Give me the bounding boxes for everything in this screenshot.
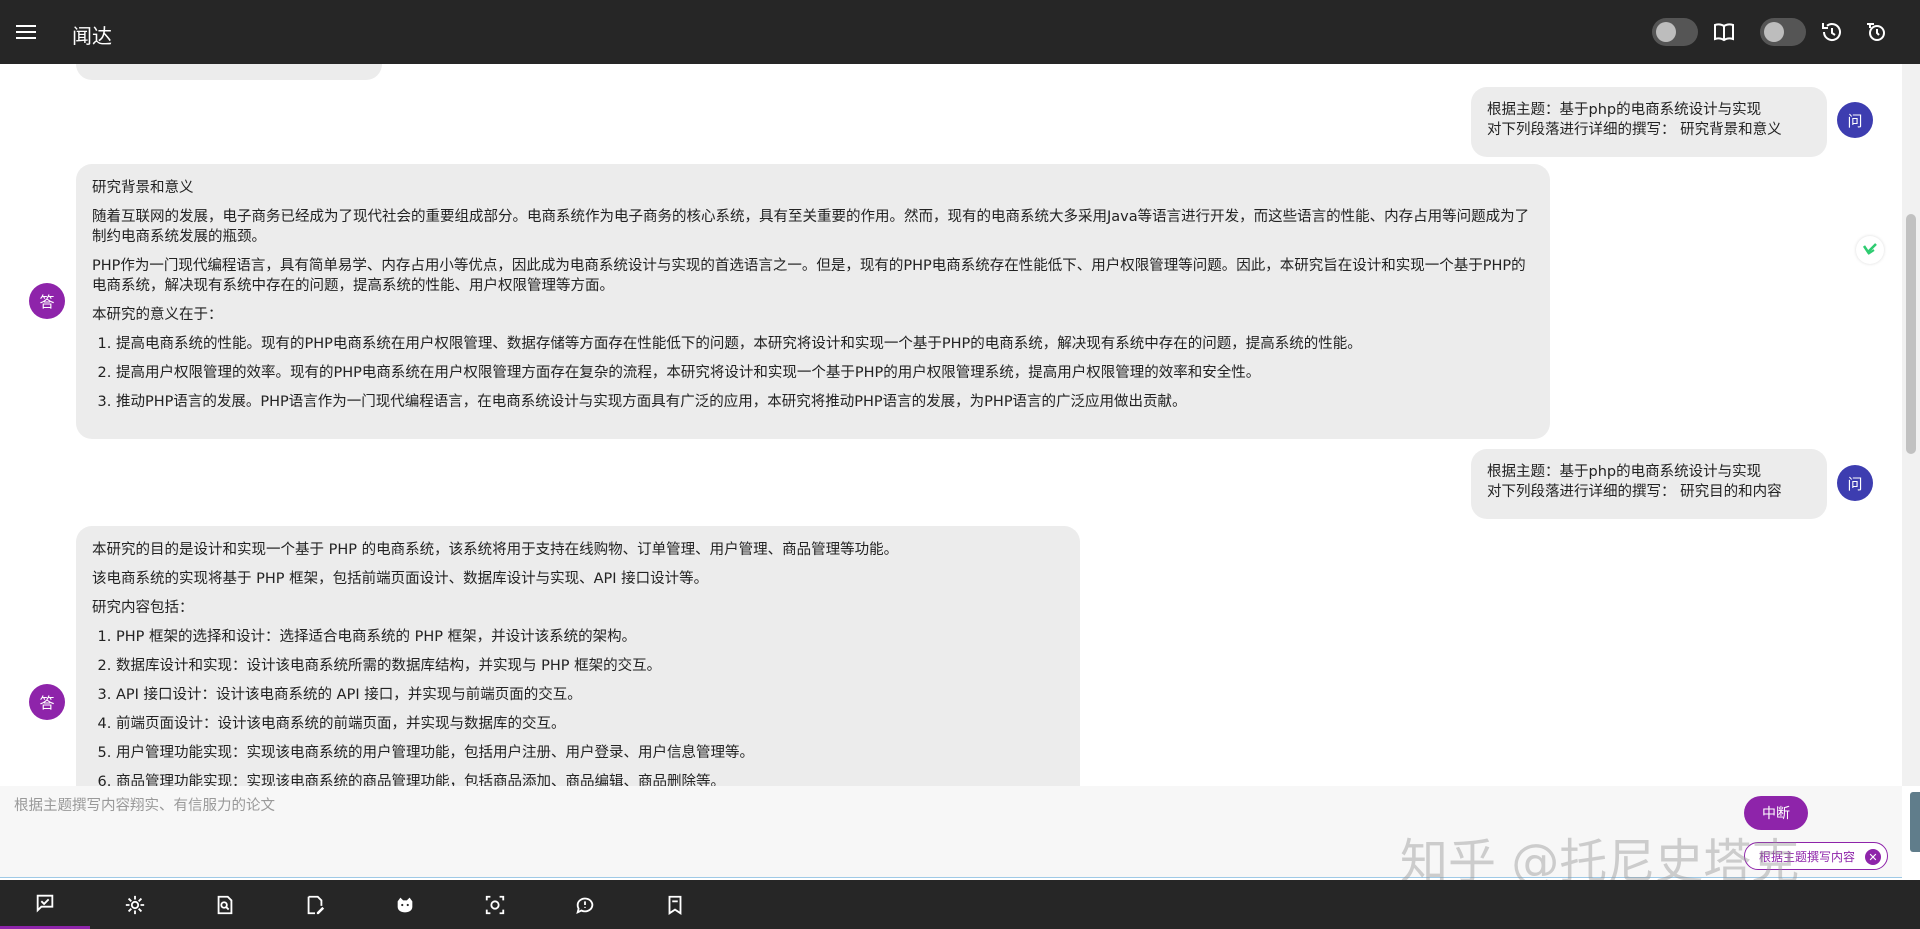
copy-check-icon[interactable] xyxy=(1856,236,1884,264)
answer-title: 研究背景和意义 xyxy=(92,180,194,196)
answer-paragraph: 研究内容包括： xyxy=(92,600,194,616)
list-item: PHP 框架的选择和设计：选择适合电商系统的 PHP 框架，并设计该系统的架构。 xyxy=(116,627,1064,647)
camera-scan-icon[interactable] xyxy=(450,880,540,929)
question-bubble: 根据主题：基于php的电商系统设计与实现 对下列段落进行详细的撰写： 研究目的和… xyxy=(1471,449,1827,519)
toggle-switch-1[interactable] xyxy=(1652,18,1698,46)
stop-button[interactable]: 中断 xyxy=(1744,796,1808,830)
answer-paragraph: 该电商系统的实现将基于 PHP 框架，包括前端页面设计、数据库设计与实现、API… xyxy=(92,571,709,587)
bookmark-icon[interactable] xyxy=(630,880,720,929)
side-drawer-tab[interactable] xyxy=(1910,792,1920,852)
answer-paragraph: PHP作为一门现代编程语言，具有简单易学、内存占用小等优点，因此成为电商系统设计… xyxy=(92,258,1526,294)
question-line: 对下列段落进行详细的撰写： 研究背景和意义 xyxy=(1487,122,1782,138)
question-avatar: 问 xyxy=(1837,465,1873,501)
prompt-input[interactable] xyxy=(14,794,1714,864)
toggle-switch-2[interactable] xyxy=(1760,18,1806,46)
list-item: 数据库设计和实现：设计该电商系统所需的数据库结构，并实现与 PHP 框架的交互。 xyxy=(116,656,1064,676)
answer-bubble: 研究背景和意义 随着互联网的发展，电子商务已经成为了现代社会的重要组成部分。电商… xyxy=(76,164,1550,439)
search-doc-icon[interactable] xyxy=(180,880,270,929)
list-item: 提高电商系统的性能。现有的PHP电商系统在用户权限管理、数据存储等方面存在性能低… xyxy=(116,334,1534,354)
cat-icon[interactable] xyxy=(360,880,450,929)
answer-bubble: 本研究的目的是设计和实现一个基于 PHP 的电商系统，该系统将用于支持在线购物、… xyxy=(76,526,1080,786)
list-item: 推动PHP语言的发展。PHP语言作为一门现代编程语言，在电商系统设计与实现方面具… xyxy=(116,392,1534,412)
answer-avatar: 答 xyxy=(29,684,65,720)
menu-icon[interactable] xyxy=(16,18,40,46)
input-area: 中断 根据主题撰写内容 ✕ xyxy=(0,786,1902,878)
timer-delete-icon[interactable] xyxy=(1862,18,1890,46)
close-icon[interactable]: ✕ xyxy=(1865,849,1881,865)
list-item: 提高用户权限管理的效率。现有的PHP电商系统在用户权限管理方面存在复杂的流程，本… xyxy=(116,363,1534,383)
chat-icon[interactable] xyxy=(0,880,90,929)
list-item: API 接口设计：设计该电商系统的 API 接口，并实现与前端页面的交互。 xyxy=(116,685,1064,705)
edit-doc-icon[interactable] xyxy=(270,880,360,929)
feedback-icon[interactable] xyxy=(540,880,630,929)
answer-list: PHP 框架的选择和设计：选择适合电商系统的 PHP 框架，并设计该系统的架构。… xyxy=(92,627,1064,786)
question-line: 根据主题：基于php的电商系统设计与实现 xyxy=(1487,102,1762,118)
book-icon[interactable] xyxy=(1710,18,1738,46)
chat-scrollbar[interactable] xyxy=(1902,64,1920,786)
previous-answer-bubble xyxy=(76,64,382,80)
app-header: 闻达 xyxy=(0,0,1920,64)
answer-paragraph: 本研究的目的是设计和实现一个基于 PHP 的电商系统，该系统将用于支持在线购物、… xyxy=(92,542,899,558)
question-avatar: 问 xyxy=(1837,102,1873,138)
answer-avatar: 答 xyxy=(29,283,65,319)
scroll-thumb[interactable] xyxy=(1906,214,1916,454)
answer-list: 提高电商系统的性能。现有的PHP电商系统在用户权限管理、数据存储等方面存在性能低… xyxy=(92,334,1534,412)
list-item: 用户管理功能实现：实现该电商系统的用户管理功能，包括用户注册、用户登录、用户信息… xyxy=(116,743,1064,763)
bottom-nav xyxy=(0,880,1920,929)
settings-icon[interactable] xyxy=(90,880,180,929)
history-icon[interactable] xyxy=(1818,18,1846,46)
prompt-chip[interactable]: 根据主题撰写内容 ✕ xyxy=(1744,842,1888,870)
app-title: 闻达 xyxy=(72,24,112,48)
chip-label: 根据主题撰写内容 xyxy=(1759,849,1856,864)
chat-area: 根据主题：基于php的电商系统设计与实现 对下列段落进行详细的撰写： 研究背景和… xyxy=(0,64,1902,786)
question-bubble: 根据主题：基于php的电商系统设计与实现 对下列段落进行详细的撰写： 研究背景和… xyxy=(1471,87,1827,157)
list-item: 前端页面设计：设计该电商系统的前端页面，并实现与数据库的交互。 xyxy=(116,714,1064,734)
question-line: 根据主题：基于php的电商系统设计与实现 xyxy=(1487,464,1762,480)
question-line: 对下列段落进行详细的撰写： 研究目的和内容 xyxy=(1487,484,1782,500)
list-item: 商品管理功能实现：实现该电商系统的商品管理功能，包括商品添加、商品编辑、商品删除… xyxy=(116,772,1064,786)
answer-paragraph: 本研究的意义在于： xyxy=(92,307,223,323)
answer-paragraph: 随着互联网的发展，电子商务已经成为了现代社会的重要组成部分。电商系统作为电子商务… xyxy=(92,209,1530,245)
